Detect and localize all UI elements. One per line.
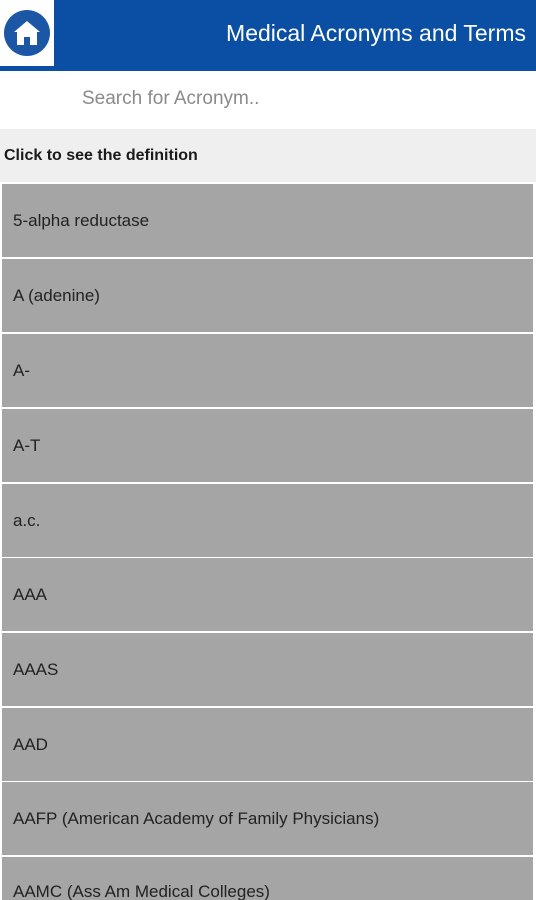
list-item[interactable]: AAFP (American Academy of Family Physici… bbox=[2, 782, 533, 855]
list-item[interactable]: AAAS bbox=[2, 633, 533, 706]
list-item[interactable]: A-T bbox=[2, 409, 533, 482]
list-item[interactable]: a.c. bbox=[2, 484, 533, 557]
acronym-list: 5-alpha reductase A (adenine) A- A-T a.c… bbox=[0, 182, 536, 900]
app-title: Medical Acronyms and Terms bbox=[226, 20, 526, 46]
list-item[interactable]: A- bbox=[2, 334, 533, 407]
list-item[interactable]: AAD bbox=[2, 708, 533, 781]
app-header: Medical Acronyms and Terms bbox=[0, 0, 536, 71]
list-item[interactable]: A (adenine) bbox=[2, 259, 533, 332]
search-bar bbox=[0, 71, 536, 129]
list-item[interactable]: 5-alpha reductase bbox=[2, 184, 533, 257]
app-screen: Medical Acronyms and Terms Click to see … bbox=[0, 0, 536, 900]
home-button[interactable] bbox=[0, 0, 54, 66]
list-item[interactable]: AAA bbox=[2, 558, 533, 631]
instruction-label: Click to see the definition bbox=[0, 129, 536, 182]
list-item[interactable]: AAMC (Ass Am Medical Colleges) bbox=[2, 857, 533, 900]
home-icon bbox=[4, 10, 50, 56]
search-input[interactable] bbox=[72, 79, 512, 119]
